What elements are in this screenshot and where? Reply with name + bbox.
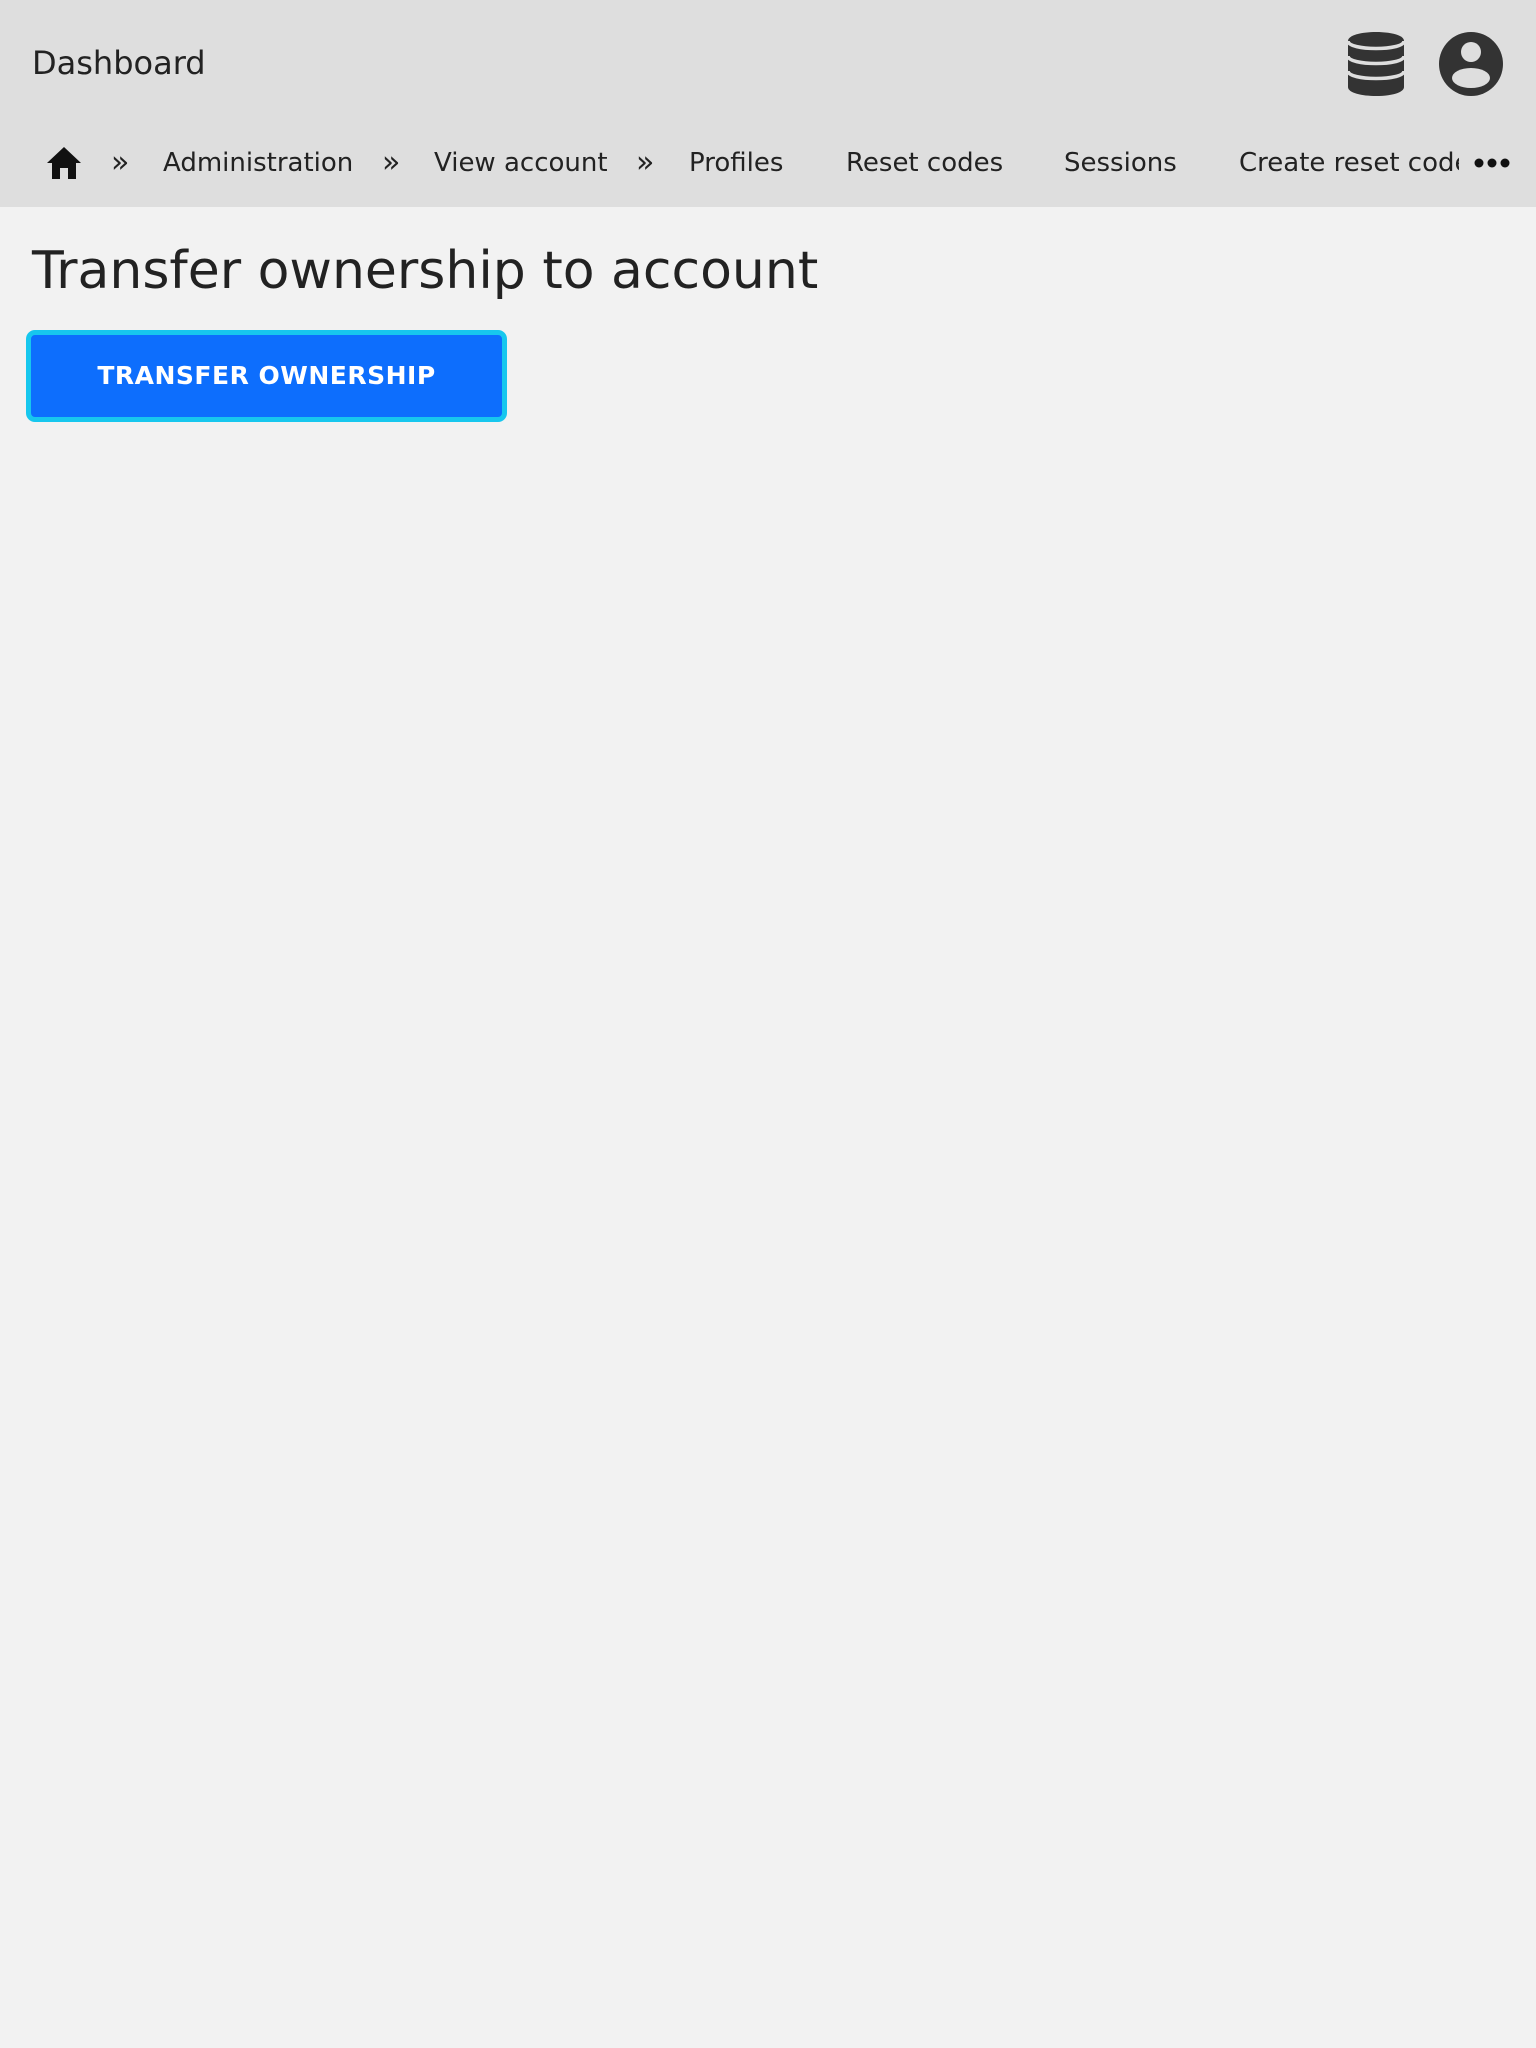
transfer-ownership-button[interactable]: TRANSFER OWNERSHIP [26,330,507,422]
app-title[interactable]: Dashboard [32,40,206,86]
breadcrumb-nav: » Administration » View account » Profil… [0,130,1536,196]
database-icon[interactable] [1342,31,1410,97]
breadcrumb-separator: » [636,145,655,180]
account-circle-icon[interactable] [1438,31,1504,97]
nav-item-create-reset-code[interactable]: Create reset code [1239,130,1459,196]
breadcrumb-separator: » [111,145,130,180]
nav-item-profiles[interactable]: Profiles [689,130,783,196]
breadcrumb-separator: » [382,145,401,180]
nav-item-sessions[interactable]: Sessions [1064,130,1177,196]
breadcrumb-administration[interactable]: Administration [163,130,353,196]
more-horizontal-icon[interactable] [1474,153,1510,173]
page-title: Transfer ownership to account [32,241,819,301]
top-bar: Dashboard » Administration » View accoun… [0,0,1536,207]
breadcrumb-view-account[interactable]: View account [434,130,608,196]
home-icon[interactable] [46,146,82,180]
nav-item-reset-codes[interactable]: Reset codes [846,130,1003,196]
